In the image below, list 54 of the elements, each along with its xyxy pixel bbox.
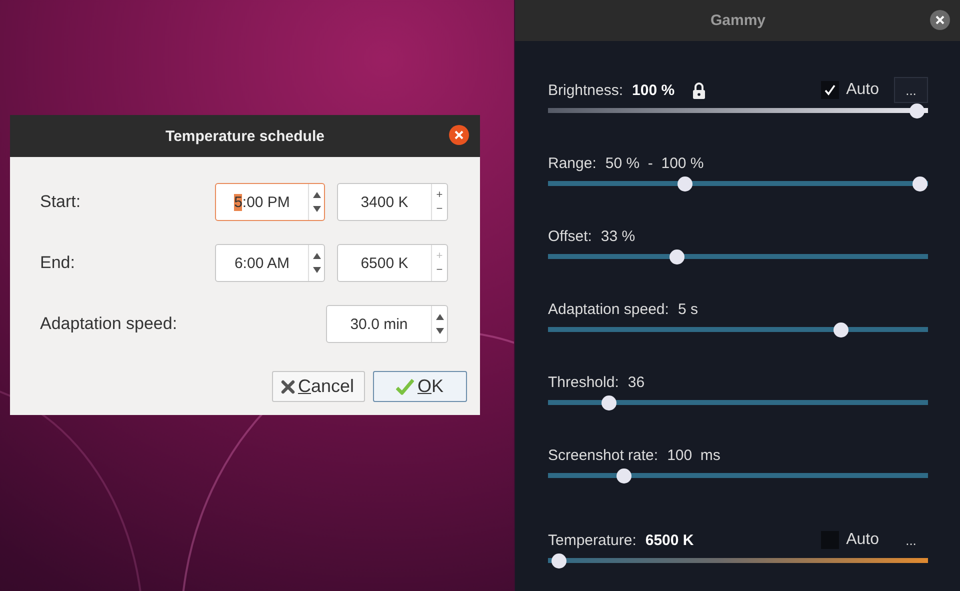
down-arrow-icon[interactable] <box>436 328 444 334</box>
setting-value: 100 % <box>632 82 675 98</box>
up-arrow-icon[interactable] <box>312 192 320 198</box>
setting-label: Screenshot rate: <box>548 446 658 464</box>
setting-label: Adaptation speed: <box>548 300 669 318</box>
temperature-spinbox[interactable]: 6500 K + − <box>337 244 448 282</box>
more-button[interactable]: ... <box>894 77 928 103</box>
slider-handle[interactable] <box>616 468 632 483</box>
ok-button[interactable]: OK <box>373 371 467 402</box>
slider-handle[interactable] <box>601 395 616 410</box>
speed-spinbox[interactable]: 30.0 min <box>326 305 448 343</box>
down-arrow-icon[interactable] <box>312 267 320 273</box>
slider-handle[interactable] <box>912 176 928 191</box>
setting-label: Range: <box>548 154 596 172</box>
checkbox-label: Auto <box>846 81 879 99</box>
slider-handle[interactable] <box>909 103 924 118</box>
setting-label: Brightness: <box>548 82 624 98</box>
setting-label: Threshold: <box>548 374 619 390</box>
window-title: Gammy <box>710 12 766 29</box>
temperature-spinbox[interactable]: 3400 K + − <box>337 183 448 221</box>
slider-handle[interactable] <box>677 176 692 191</box>
window-title: Temperature schedule <box>166 128 324 144</box>
cancel-button[interactable]: Cancel <box>272 371 365 402</box>
setting-value: 36 <box>628 374 645 390</box>
auto-checkbox[interactable] <box>821 81 840 99</box>
time-spinbox[interactable]: 6:00 AM <box>215 244 325 282</box>
close-icon[interactable] <box>930 10 950 30</box>
setting-value: 6500 K <box>645 532 694 548</box>
slider-handle[interactable] <box>833 322 848 337</box>
close-icon[interactable] <box>449 125 469 145</box>
up-arrow-icon[interactable] <box>436 314 444 320</box>
field-label: End: <box>40 253 76 273</box>
setting-label: Offset: <box>548 228 592 244</box>
down-arrow-icon[interactable] <box>312 206 320 212</box>
checkmark-icon <box>396 378 414 394</box>
setting-label: Temperature: <box>548 532 636 548</box>
checkbox-label: Auto <box>846 531 879 549</box>
decrement-button[interactable]: − <box>436 203 443 215</box>
setting-value: 5 s <box>678 300 698 318</box>
field-label: Adaptation speed: <box>40 314 178 334</box>
slider-handle[interactable] <box>670 249 685 264</box>
setting-value: 100 ms <box>667 446 720 464</box>
setting-value: 33 % <box>600 228 636 244</box>
increment-button[interactable]: + <box>436 189 443 201</box>
more-button[interactable]: ... <box>894 527 928 553</box>
cross-icon <box>281 380 295 394</box>
check-icon <box>824 84 836 96</box>
lock-icon[interactable] <box>692 82 706 98</box>
field-label: Start: <box>40 192 82 212</box>
decrement-button[interactable]: − <box>436 264 443 276</box>
setting-value: 50 % - 100 % <box>605 154 704 172</box>
up-arrow-icon[interactable] <box>312 253 320 259</box>
slider-handle[interactable] <box>552 553 567 568</box>
time-spinbox[interactable]: 5:00 PM <box>215 183 325 221</box>
